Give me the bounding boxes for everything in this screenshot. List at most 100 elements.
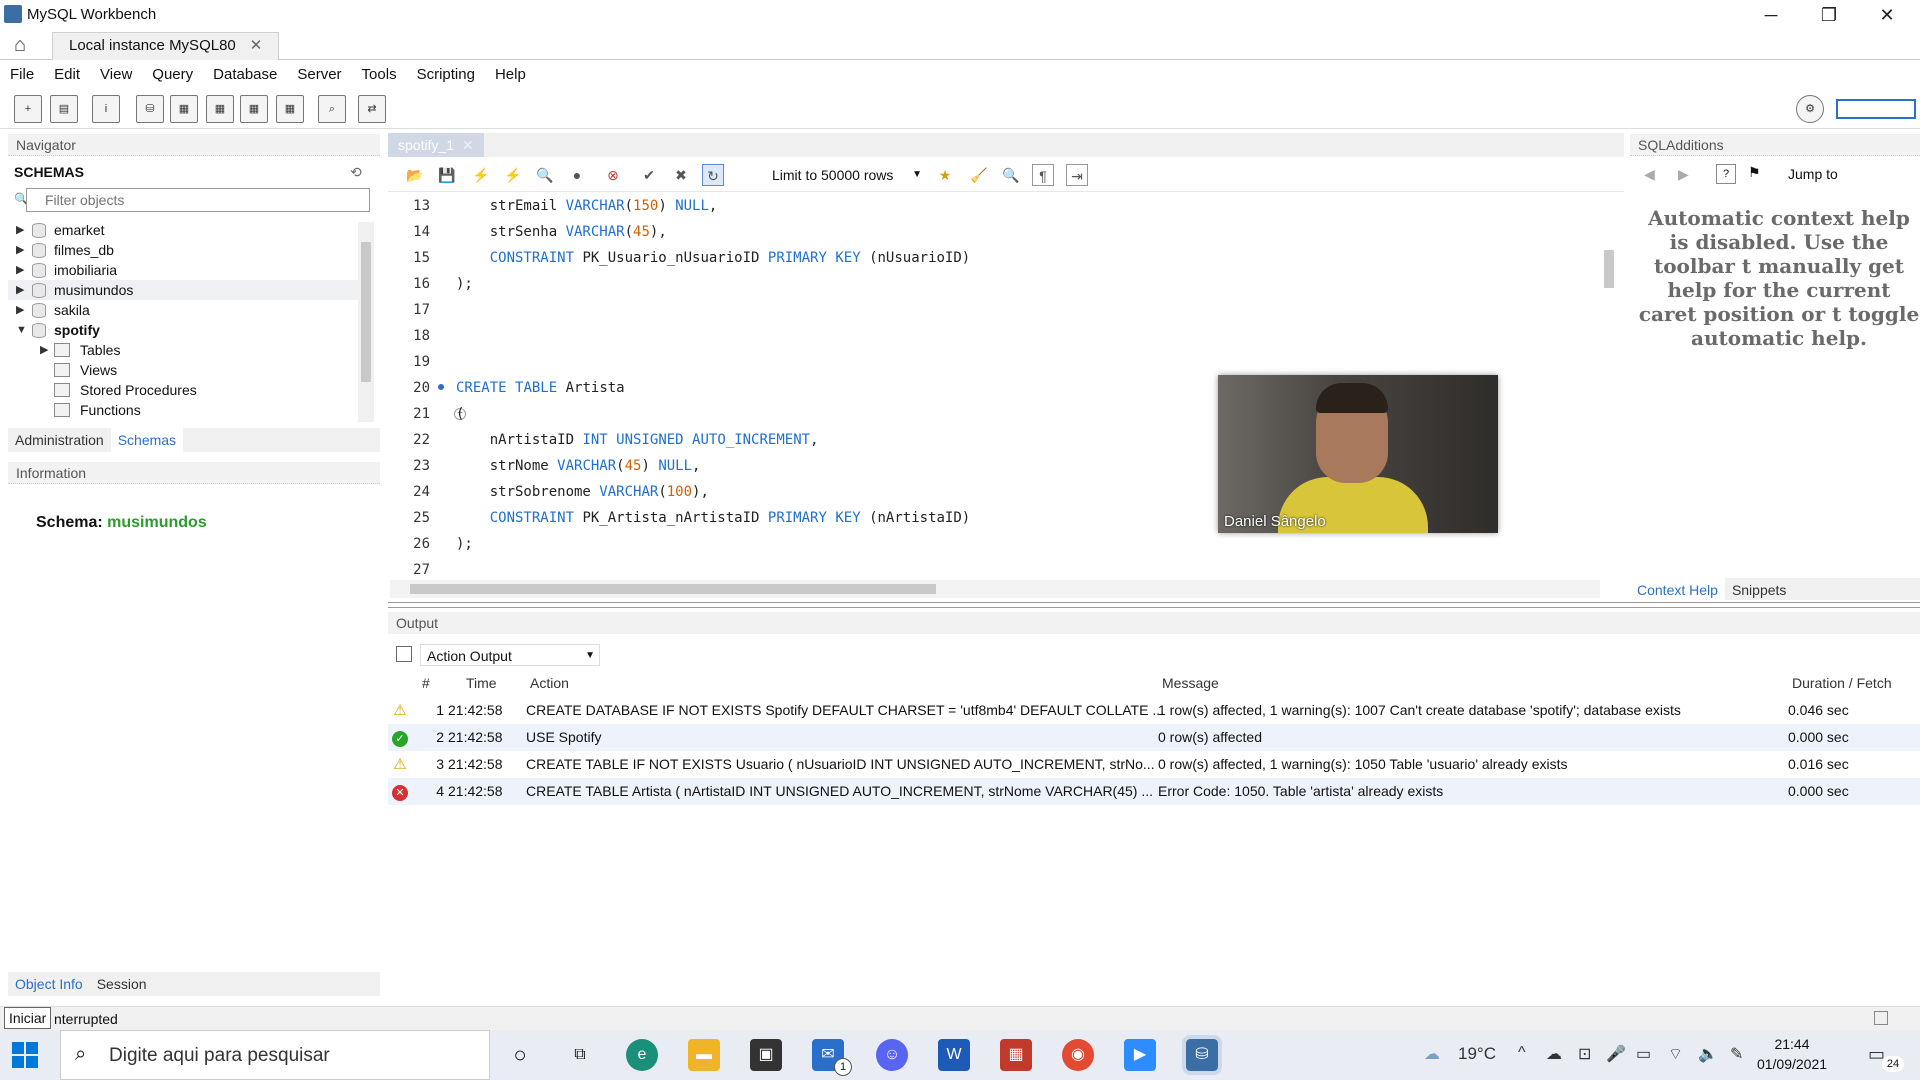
close-tab-icon[interactable]: ✕ xyxy=(462,137,474,153)
explain-icon[interactable]: 🔍 xyxy=(534,164,556,186)
beautify-icon[interactable]: 🧹 xyxy=(968,164,990,186)
scroll-thumb[interactable] xyxy=(410,584,936,594)
code-line[interactable]: nArtistaID INT UNSIGNED AUTO_INCREMENT, xyxy=(456,432,819,448)
table-row[interactable]: ⚠ 1 21:42:58 CREATE DATABASE IF NOT EXISTS … xyxy=(388,697,1920,724)
invisible-chars-icon[interactable]: ¶ xyxy=(1032,164,1054,186)
forward-icon[interactable]: ▶ xyxy=(1678,166,1689,183)
execute-icon[interactable]: ⚡ xyxy=(470,164,492,186)
weather-temp[interactable]: 19°C xyxy=(1458,1044,1496,1064)
edge-icon[interactable]: e xyxy=(626,1039,658,1071)
menu-database[interactable]: Database xyxy=(203,61,287,89)
maximize-button[interactable]: ❐ xyxy=(1800,0,1858,30)
connection-tab[interactable]: Local instance MySQL80 ✕ xyxy=(52,32,280,60)
clock[interactable]: 21:44 01/09/2021 xyxy=(1756,1034,1828,1074)
scroll-thumb[interactable] xyxy=(361,242,371,382)
splitter[interactable] xyxy=(388,602,1920,608)
navigator-scrollbar[interactable] xyxy=(358,222,374,422)
panel-toggle-icons[interactable] xyxy=(1836,99,1916,119)
manual-help-icon[interactable]: ? xyxy=(1716,164,1736,184)
commit-icon[interactable]: ✔ xyxy=(638,164,660,186)
limit-rows-select[interactable]: Limit to 50000 rows ▼ xyxy=(772,164,922,186)
save-icon[interactable]: 💾 xyxy=(436,164,458,186)
code-line[interactable]: CONSTRAINT PK_Usuario_nUsuarioID PRIMARY… xyxy=(456,250,971,266)
jump-to-select[interactable]: Jump to xyxy=(1788,166,1838,182)
tab-context-help[interactable]: Context Help xyxy=(1630,578,1725,602)
onedrive-icon[interactable]: ☁ xyxy=(1546,1044,1562,1064)
rollback-icon[interactable]: ✖ xyxy=(670,164,692,186)
store-icon[interactable]: ▣ xyxy=(750,1039,782,1071)
tab-schemas[interactable]: Schemas xyxy=(110,428,184,452)
stop-icon[interactable]: ● xyxy=(566,164,588,186)
weather-icon[interactable]: ☁ xyxy=(1424,1044,1440,1064)
output-type-select[interactable]: Action Output ▼ xyxy=(420,644,600,666)
tab-snippets[interactable]: Snippets xyxy=(1725,578,1793,602)
close-tab-icon[interactable]: ✕ xyxy=(250,37,263,54)
menu-edit[interactable]: Edit xyxy=(44,61,90,89)
table-row[interactable]: ✕ 4 21:42:58 CREATE TABLE Artista ( nArtist… xyxy=(388,778,1920,805)
table-row[interactable]: ✓ 2 21:42:58 USE Spotify 0 row(s) affected 0.… xyxy=(388,724,1920,751)
execute-current-icon[interactable]: ⚡ xyxy=(502,164,524,186)
code-line[interactable]: strEmail VARCHAR(150) NULL, xyxy=(456,198,718,214)
scroll-thumb[interactable] xyxy=(1604,250,1614,288)
app-icon[interactable]: ▦ xyxy=(1000,1039,1032,1071)
add-snippet-icon[interactable]: ★ xyxy=(934,164,956,186)
menu-query[interactable]: Query xyxy=(142,61,203,89)
code-line[interactable]: ); xyxy=(456,536,473,552)
microphone-icon[interactable]: 🎤 xyxy=(1606,1044,1626,1064)
editor-horizontal-scrollbar[interactable] xyxy=(390,580,1600,598)
tree-views[interactable]: Views xyxy=(8,360,358,380)
create-schema-icon[interactable]: ⛁ xyxy=(136,95,164,123)
tab-session[interactable]: Session xyxy=(90,972,154,996)
menu-scripting[interactable]: Scripting xyxy=(407,61,485,89)
code-line[interactable]: strNome VARCHAR(45) NULL, xyxy=(456,458,701,474)
autocommit-icon[interactable]: ↻ xyxy=(702,164,724,186)
tree-stored-procedures[interactable]: Stored Procedures xyxy=(8,380,358,400)
menu-view[interactable]: View xyxy=(90,61,142,89)
open-file-icon[interactable]: 📂 xyxy=(404,164,426,186)
filter-objects-input[interactable] xyxy=(26,188,370,212)
task-view-icon[interactable]: ⧉ xyxy=(564,1039,596,1071)
battery-icon[interactable]: ▭ xyxy=(1636,1044,1651,1064)
word-icon[interactable]: W xyxy=(938,1039,970,1071)
zoom-icon[interactable]: ▶ xyxy=(1124,1039,1156,1071)
menu-help[interactable]: Help xyxy=(485,61,536,89)
create-function-icon[interactable]: ▦ xyxy=(276,95,304,123)
panel-icon[interactable] xyxy=(1874,1011,1888,1025)
code-line[interactable]: CREATE TABLE Artista xyxy=(456,380,625,396)
cortana-icon[interactable]: ○ xyxy=(504,1039,536,1071)
tab-object-info[interactable]: Object Info xyxy=(8,972,90,996)
schema-emarket[interactable]: ▶ emarket xyxy=(8,220,358,240)
home-icon[interactable]: ⌂ xyxy=(14,34,38,56)
open-sql-script-icon[interactable]: ▤ xyxy=(50,95,78,123)
menu-file[interactable]: File xyxy=(0,61,44,89)
editor-vertical-scrollbar[interactable] xyxy=(1600,194,1618,578)
minimize-button[interactable]: ─ xyxy=(1742,0,1800,30)
auto-help-icon[interactable]: ⚑ xyxy=(1748,164,1761,181)
refresh-icon[interactable]: ⟲ xyxy=(350,164,362,181)
meet-now-icon[interactable]: ⊡ xyxy=(1578,1044,1591,1064)
file-explorer-icon[interactable]: ▬ xyxy=(688,1039,720,1071)
copy-icon[interactable] xyxy=(396,646,412,662)
create-procedure-icon[interactable]: ▦ xyxy=(240,95,268,123)
tab-administration[interactable]: Administration xyxy=(8,428,111,452)
table-row[interactable]: ⚠ 3 21:42:58 CREATE TABLE IF NOT EXISTS Usu… xyxy=(388,751,1920,778)
inspector-icon[interactable]: i xyxy=(92,95,120,123)
pen-icon[interactable]: ✎ xyxy=(1730,1044,1743,1064)
word-wrap-icon[interactable]: ⇥ xyxy=(1066,164,1088,186)
tree-tables[interactable]: ▶ Tables xyxy=(8,340,358,360)
new-sql-tab-icon[interactable]: + xyxy=(14,95,42,123)
wifi-icon[interactable]: ⌔ xyxy=(1668,1044,1683,1064)
back-icon[interactable]: ◀ xyxy=(1644,166,1655,183)
create-table-icon[interactable]: ▦ xyxy=(170,95,198,123)
search-table-data-icon[interactable]: ⌕ xyxy=(318,95,346,123)
code-line[interactable]: ( xyxy=(456,406,464,422)
code-line[interactable]: strSobrenome VARCHAR(100), xyxy=(456,484,709,500)
chevron-up-icon[interactable]: ^ xyxy=(1518,1044,1526,1062)
schema-sakila[interactable]: ▶ sakila xyxy=(8,300,358,320)
mysql-workbench-taskbar-icon[interactable]: ⛁ xyxy=(1182,1035,1222,1075)
discord-icon[interactable]: ☺ xyxy=(876,1039,908,1071)
menu-tools[interactable]: Tools xyxy=(352,61,407,89)
create-view-icon[interactable]: ▦ xyxy=(206,95,234,123)
sql-editor-tab[interactable]: spotify_1 ✕ xyxy=(388,133,484,157)
menu-server[interactable]: Server xyxy=(287,61,351,89)
